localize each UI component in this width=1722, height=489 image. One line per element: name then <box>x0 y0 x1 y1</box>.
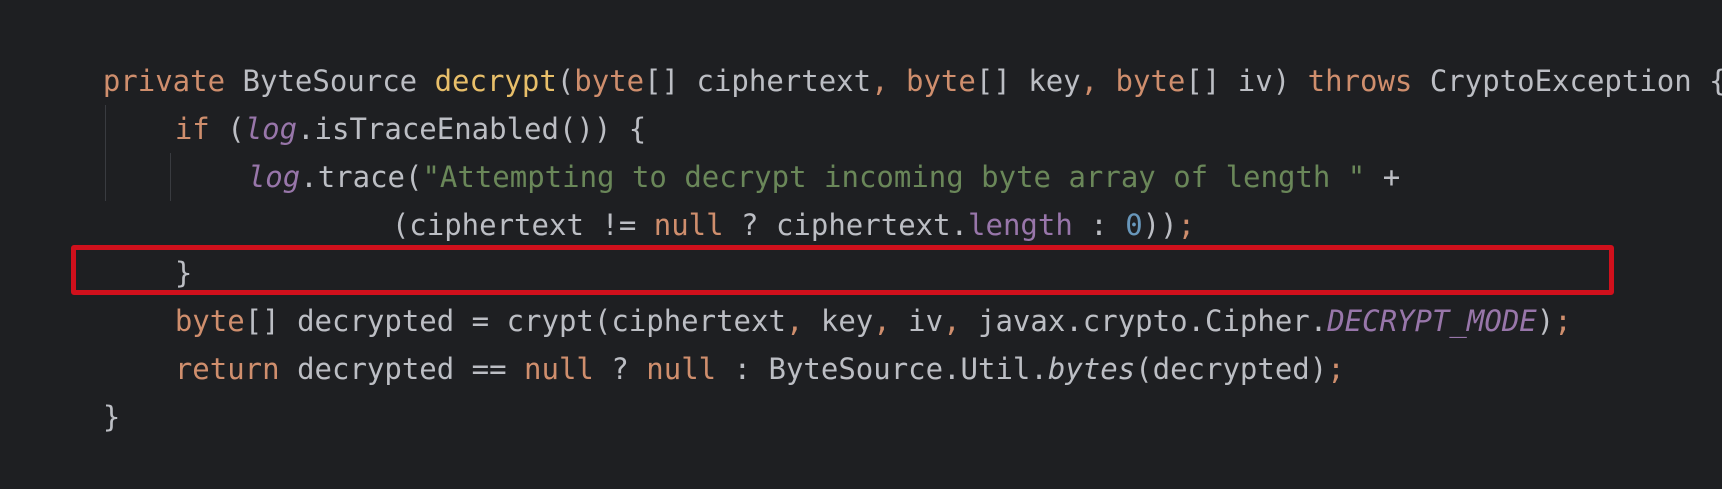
code-line-close-if: } <box>0 201 192 290</box>
param-token: [] key <box>975 64 1081 98</box>
qualifier-token: : ByteSource.Util. <box>716 352 1048 386</box>
operator-token: + <box>1365 160 1401 194</box>
keyword-token: null <box>524 352 594 386</box>
punctuation-token: )) <box>1142 208 1178 242</box>
code-line-method-signature: private ByteSource decrypt(byte[] cipher… <box>0 9 1722 98</box>
keyword-token: byte <box>906 64 976 98</box>
keyword-token: throws <box>1307 64 1413 98</box>
keyword-token: null <box>646 352 717 386</box>
code-line-close-method: } <box>0 345 120 434</box>
code-line-decrypt-call: byte[] decrypted = crypt(ciphertext, key… <box>0 249 1572 338</box>
code-editor[interactable]: private ByteSource decrypt(byte[] cipher… <box>0 0 1722 434</box>
operator-token: ? <box>593 352 647 386</box>
brace-token: } <box>102 400 121 434</box>
expression-token: decrypted == <box>279 352 525 386</box>
field-token: length <box>968 208 1073 242</box>
arg-token: (decrypted) <box>1135 352 1328 386</box>
code-line-ternary: (ciphertext != null ? ciphertext.length … <box>0 153 1195 242</box>
type-token: CryptoException { <box>1412 64 1722 98</box>
code-line-return: return decrypted == null ? null : ByteSo… <box>0 297 1345 386</box>
keyword-token: null <box>653 208 724 242</box>
semicolon-token: ; <box>1177 208 1196 242</box>
static-method-token: bytes <box>1047 352 1136 386</box>
param-token: [] ciphertext <box>644 64 872 98</box>
semicolon-token: ; <box>1554 304 1572 338</box>
code-line-if-trace: if (log.isTraceEnabled()) { <box>0 57 646 146</box>
operator-token: : <box>1072 208 1126 242</box>
number-token: 0 <box>1125 208 1143 242</box>
keyword-token: byte <box>1115 64 1186 98</box>
code-line-log-trace: log.trace("Attempting to decrypt incomin… <box>0 105 1400 194</box>
comma-token: , <box>871 64 907 98</box>
expression-token: (ciphertext != <box>391 208 654 242</box>
keyword-token: return <box>174 352 280 386</box>
param-token: [] iv) <box>1185 64 1308 98</box>
expression-token: ? ciphertext. <box>723 208 969 242</box>
semicolon-token: ; <box>1327 352 1345 386</box>
punctuation-token: ) <box>1536 304 1555 338</box>
comma-token: , <box>1080 64 1116 98</box>
constant-token: DECRYPT_MODE <box>1327 304 1537 338</box>
